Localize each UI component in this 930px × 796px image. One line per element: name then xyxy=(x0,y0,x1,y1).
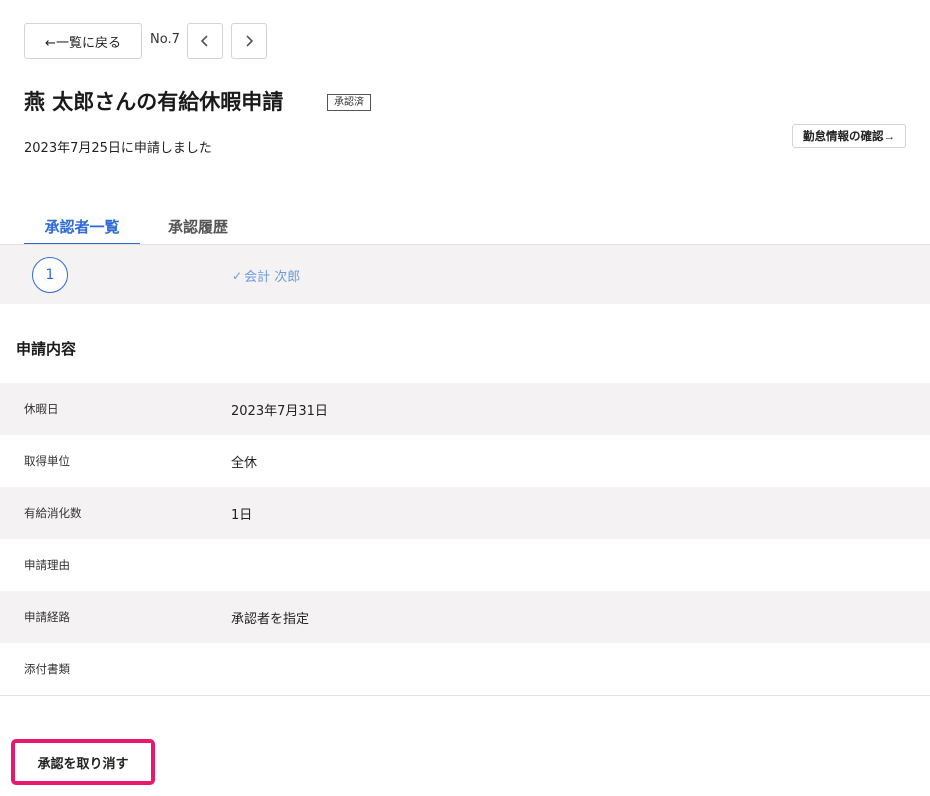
detail-value: 全休 xyxy=(231,455,258,471)
section-title-request-content: 申請内容 xyxy=(16,340,77,358)
detail-row-leave-date: 休暇日 2023年7月31日 xyxy=(0,383,930,435)
approver-row: 1 ✓ 会計 次郎 xyxy=(0,245,930,304)
chevron-right-icon xyxy=(246,35,254,47)
attendance-info-button[interactable]: 勤怠情報の確認→ xyxy=(792,124,906,148)
request-detail-table: 休暇日 2023年7月31日 取得単位 全休 有給消化数 1日 申請理由 申請経… xyxy=(0,383,930,695)
detail-value: 1日 xyxy=(231,507,253,523)
record-number: No.7 xyxy=(150,32,180,47)
status-badge: 承認済 xyxy=(327,94,371,111)
detail-label: 休暇日 xyxy=(24,402,59,416)
chevron-left-icon xyxy=(200,35,208,47)
detail-row-attachments: 添付書類 xyxy=(0,643,930,695)
check-icon: ✓ xyxy=(232,268,243,283)
approver-name: ✓ 会計 次郎 xyxy=(232,266,301,286)
detail-row-days-used: 有給消化数 1日 xyxy=(0,487,930,539)
back-to-list-button[interactable]: ←一覧に戻る xyxy=(24,23,142,59)
next-record-button[interactable] xyxy=(231,23,267,59)
page-title: 燕 太郎さんの有給休暇申請 xyxy=(24,90,284,114)
detail-row-reason: 申請理由 xyxy=(0,539,930,591)
prev-record-button[interactable] xyxy=(187,23,223,59)
detail-label: 申請理由 xyxy=(24,558,70,572)
cancel-approval-button[interactable]: 承認を取り消す xyxy=(15,743,151,781)
detail-value: 2023年7月31日 xyxy=(231,403,328,419)
detail-label: 有給消化数 xyxy=(24,506,82,520)
cancel-approval-highlight: 承認を取り消す xyxy=(11,739,155,785)
step-number-badge: 1 xyxy=(32,257,68,293)
detail-label: 取得単位 xyxy=(24,454,70,468)
applied-date-text: 2023年7月25日に申請しました xyxy=(24,141,212,156)
detail-divider xyxy=(0,695,930,696)
detail-label: 申請経路 xyxy=(24,610,70,624)
approver-name-text: 会計 次郎 xyxy=(244,270,301,285)
detail-row-route: 申請経路 承認者を指定 xyxy=(0,591,930,643)
detail-row-unit: 取得単位 全休 xyxy=(0,435,930,487)
tab-approver-list[interactable]: 承認者一覧 xyxy=(24,216,140,245)
detail-label: 添付書類 xyxy=(24,662,70,676)
detail-value: 承認者を指定 xyxy=(231,611,310,627)
tab-approval-history[interactable]: 承認履歴 xyxy=(150,216,246,245)
